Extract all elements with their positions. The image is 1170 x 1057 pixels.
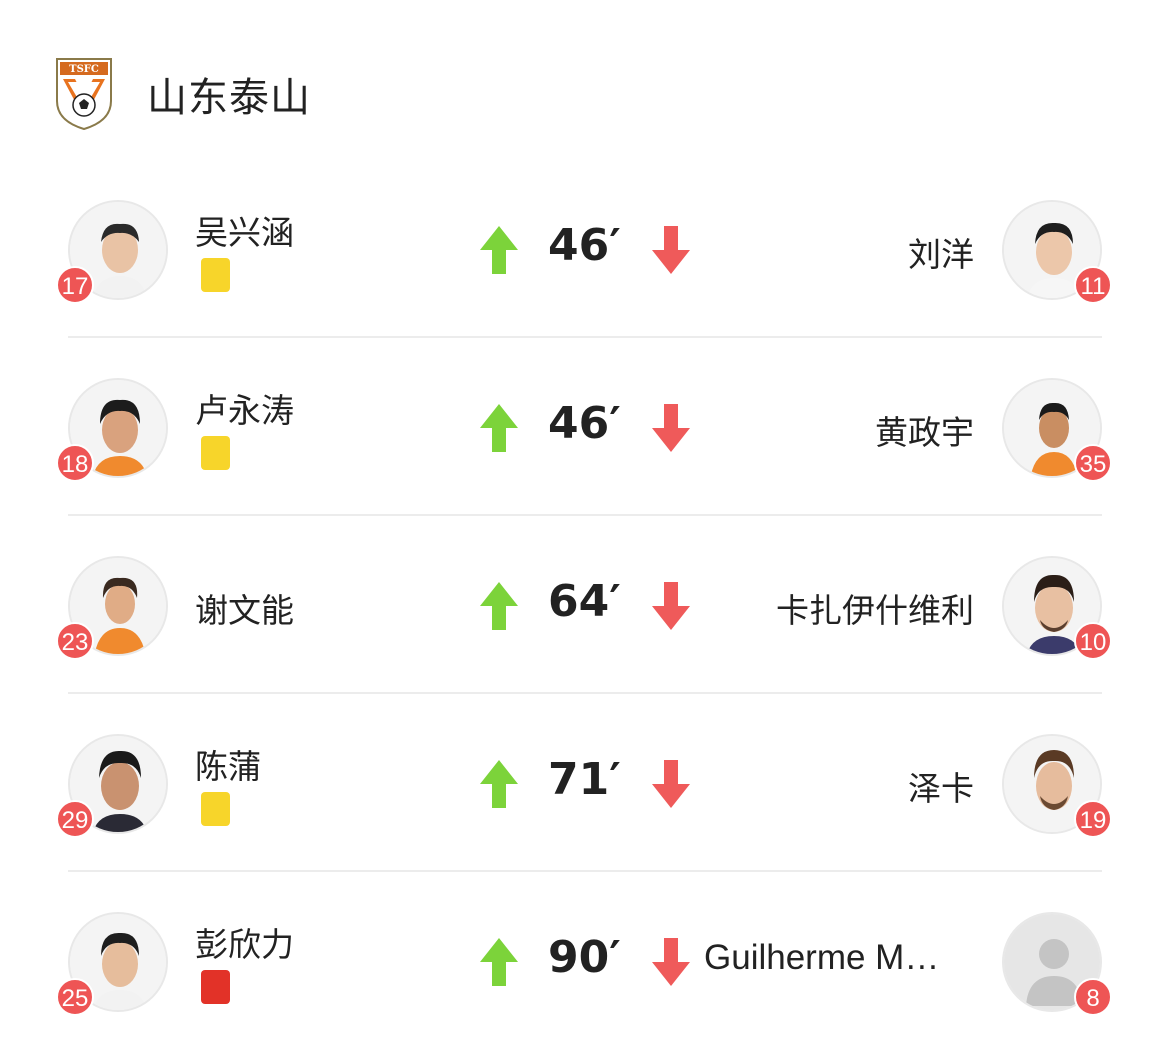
sub-minute: 64′ <box>548 576 621 627</box>
player-out-avatar[interactable]: 10 <box>1002 556 1112 660</box>
player-out-name[interactable]: 黄政宇 <box>875 406 974 454</box>
player-number-badge: 18 <box>56 444 94 482</box>
sub-in-arrow-icon <box>480 582 518 634</box>
player-number-badge: 10 <box>1074 622 1112 660</box>
player-in-name[interactable]: 谢文能 <box>195 584 294 632</box>
yellow-card-icon <box>201 436 230 470</box>
substitution-row: 17 吴兴涵 46′ 刘洋 11 <box>0 160 1170 338</box>
substitution-list: 17 吴兴涵 46′ 刘洋 11 18 卢永涛 46′ 黄政宇 35 23 谢文… <box>0 160 1170 1050</box>
sub-in-arrow-icon <box>480 938 518 990</box>
player-in-name[interactable]: 彭欣力 <box>195 918 294 966</box>
player-out-name[interactable]: Guilherme M… <box>704 938 939 978</box>
player-number-badge: 8 <box>1074 978 1112 1016</box>
player-in-name[interactable]: 吴兴涵 <box>195 206 294 254</box>
sub-out-arrow-icon <box>652 582 690 634</box>
player-number-badge: 17 <box>56 266 94 304</box>
player-in-avatar[interactable]: 17 <box>56 200 168 304</box>
red-card-icon <box>201 970 230 1004</box>
player-out-avatar[interactable]: 8 <box>1002 912 1112 1016</box>
player-number-badge: 23 <box>56 622 94 660</box>
sub-out-arrow-icon <box>652 760 690 812</box>
sub-minute: 46′ <box>548 220 621 271</box>
sub-in-arrow-icon <box>480 760 518 812</box>
substitution-row: 23 谢文能 64′ 卡扎伊什维利 10 <box>0 516 1170 694</box>
player-number-badge: 11 <box>1074 266 1112 304</box>
logo-text: TSFC <box>69 64 99 75</box>
player-in-avatar[interactable]: 29 <box>56 734 168 838</box>
sub-out-arrow-icon <box>652 938 690 990</box>
player-in-avatar[interactable]: 23 <box>56 556 168 660</box>
player-out-avatar[interactable]: 19 <box>1002 734 1112 838</box>
sub-minute: 46′ <box>548 398 621 449</box>
player-in-avatar[interactable]: 18 <box>56 378 168 482</box>
player-number-badge: 29 <box>56 800 94 838</box>
player-number-badge: 35 <box>1074 444 1112 482</box>
player-out-name[interactable]: 泽卡 <box>908 762 974 810</box>
team-logo-icon: TSFC <box>55 57 113 131</box>
player-in-name[interactable]: 卢永涛 <box>195 384 294 432</box>
yellow-card-icon <box>201 258 230 292</box>
player-number-badge: 25 <box>56 978 94 1016</box>
yellow-card-icon <box>201 792 230 826</box>
player-in-name[interactable]: 陈蒲 <box>195 740 261 788</box>
sub-minute: 90′ <box>548 932 621 983</box>
player-out-name[interactable]: 卡扎伊什维利 <box>776 584 974 632</box>
player-out-name[interactable]: 刘洋 <box>908 228 974 276</box>
player-in-avatar[interactable]: 25 <box>56 912 168 1016</box>
team-name: 山东泰山 <box>147 75 311 121</box>
substitution-row: 18 卢永涛 46′ 黄政宇 35 <box>0 338 1170 516</box>
substitution-row: 29 陈蒲 71′ 泽卡 19 <box>0 694 1170 872</box>
sub-in-arrow-icon <box>480 404 518 456</box>
substitution-row: 25 彭欣力 90′ Guilherme M… 8 <box>0 872 1170 1050</box>
team-header: TSFC 山东泰山 <box>55 56 311 132</box>
sub-out-arrow-icon <box>652 404 690 456</box>
sub-minute: 71′ <box>548 754 621 805</box>
sub-in-arrow-icon <box>480 226 518 278</box>
player-out-avatar[interactable]: 11 <box>1002 200 1112 304</box>
player-number-badge: 19 <box>1074 800 1112 838</box>
sub-out-arrow-icon <box>652 226 690 278</box>
player-out-avatar[interactable]: 35 <box>1002 378 1112 482</box>
